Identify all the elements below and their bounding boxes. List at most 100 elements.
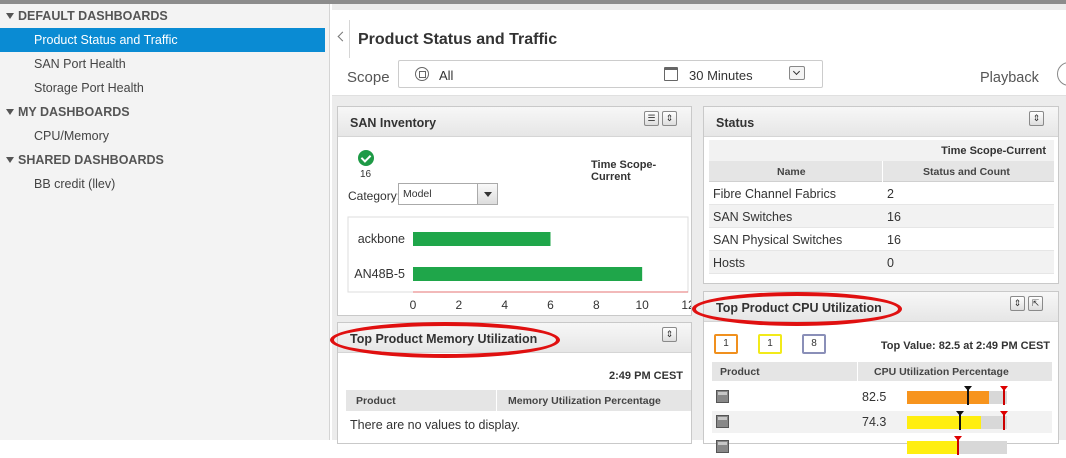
- cpu-bar-fill: [907, 391, 989, 404]
- table-row[interactable]: SAN Physical Switches 16: [709, 228, 1054, 251]
- column-header-memory: Memory Utilization Percentage: [508, 395, 661, 407]
- cpu-bar: [907, 436, 1007, 455]
- cpu-value: 82.5: [862, 390, 887, 404]
- expand-icon[interactable]: ⇕: [1029, 111, 1044, 126]
- time-range-dropdown[interactable]: [789, 66, 805, 80]
- threshold-marker-head: [956, 411, 964, 416]
- limit-marker-head: [954, 436, 962, 441]
- table-header: Name Status and Count: [709, 161, 1054, 182]
- cpu-bar: [907, 411, 1008, 430]
- empty-message: There are no values to display.: [350, 418, 521, 432]
- badge-orange[interactable]: 1: [714, 334, 738, 354]
- cpu-bar: [907, 386, 1008, 405]
- expand-icon[interactable]: ⇕: [1010, 296, 1025, 311]
- table-row[interactable]: Hosts 0: [709, 251, 1054, 274]
- playback-label[interactable]: Playback: [980, 70, 1039, 86]
- ok-count: 16: [360, 169, 372, 180]
- page-title: Product Status and Traffic: [358, 31, 558, 48]
- annotation-ellipse: [330, 322, 560, 358]
- column-header-cpu: CPU Utilization Percentage: [874, 366, 1009, 378]
- chevron-down-icon: [792, 67, 801, 76]
- time-range-value: 30 Minutes: [689, 68, 753, 83]
- x-tick-label: 6: [547, 298, 554, 312]
- status-table: Time Scope-Current Name Status and Count…: [709, 140, 1054, 274]
- table-row[interactable]: SAN Switches 16: [709, 205, 1054, 228]
- table-row[interactable]: 74.3: [712, 411, 1052, 433]
- column-header-status: Status and Count: [923, 166, 1010, 178]
- chevron-left-icon: [337, 31, 348, 42]
- dropdown-arrow-icon[interactable]: [477, 184, 497, 204]
- table-row[interactable]: 82.5: [712, 386, 1052, 408]
- category-label: AN48B-5: [354, 267, 405, 281]
- column-separator: [882, 161, 883, 182]
- scope-label: Scope: [347, 69, 390, 86]
- category-label: Category:: [348, 189, 401, 203]
- bar: [413, 267, 643, 281]
- collapse-triangle-icon: [6, 109, 14, 115]
- time-scope-label: Time Scope-Current: [591, 159, 657, 183]
- san-inventory-chart: ackbone AN48B-5 0 2 4 6 8 10 12: [347, 216, 691, 312]
- column-separator: [857, 362, 858, 381]
- panel-header: Status ⇕: [704, 107, 1058, 137]
- table-header: Product CPU Utilization Percentage: [712, 362, 1052, 381]
- scope-selector[interactable]: All 30 Minutes: [398, 60, 823, 88]
- sidebar-item-product-status[interactable]: Product Status and Traffic: [0, 28, 325, 52]
- sidebar-item-san-port-health[interactable]: SAN Port Health: [0, 52, 329, 76]
- limit-marker-head: [1000, 411, 1008, 416]
- status-panel: Status ⇕ Time Scope-Current Name Status …: [703, 106, 1059, 284]
- sidebar-item-storage-port-health[interactable]: Storage Port Health: [0, 76, 329, 100]
- panel-title: SAN Inventory: [350, 116, 437, 130]
- calendar-icon: [664, 67, 678, 81]
- panel-title: Status: [716, 116, 755, 130]
- expand-icon[interactable]: ⇕: [662, 111, 677, 126]
- x-tick-label: 4: [501, 298, 508, 312]
- column-header-name: Name: [777, 166, 806, 178]
- section-default-dashboards[interactable]: DEFAULT DASHBOARDS: [0, 4, 329, 28]
- list-view-icon[interactable]: ☰: [644, 111, 659, 126]
- sidebar-item-bb-credit[interactable]: BB credit (llev): [0, 172, 329, 196]
- cpu-value: 74.3: [862, 415, 887, 429]
- x-tick-label: 2: [455, 298, 462, 312]
- x-tick-label: 10: [635, 298, 649, 312]
- badge-gray[interactable]: 8: [802, 334, 826, 354]
- limit-marker-head: [1000, 386, 1008, 391]
- collapse-triangle-icon: [6, 13, 14, 19]
- x-tick-label: 0: [410, 298, 417, 312]
- x-tick-label: 12: [681, 298, 691, 312]
- main-area: Product Status and Traffic Scope All 30 …: [332, 4, 1066, 455]
- scope-icon: [415, 67, 429, 81]
- category-select[interactable]: Model: [398, 183, 498, 205]
- bar: [413, 232, 551, 246]
- table-header: Product Memory Utilization Percentage: [346, 390, 691, 411]
- section-shared-dashboards[interactable]: SHARED DASHBOARDS: [0, 148, 329, 172]
- time-scope-label: Time Scope-Current: [941, 145, 1046, 157]
- sidebar: DEFAULT DASHBOARDS Product Status and Tr…: [0, 4, 330, 440]
- expand-icon[interactable]: ⇕: [662, 327, 677, 342]
- san-inventory-panel: SAN Inventory ☰ ⇕ 16 Time Scope-Current …: [337, 106, 692, 316]
- scope-bar: Scope All 30 Minutes Playback: [332, 58, 1066, 96]
- section-my-dashboards[interactable]: MY DASHBOARDS: [0, 100, 329, 124]
- column-header-product: Product: [356, 395, 396, 407]
- panel-header: SAN Inventory ☰ ⇕: [338, 107, 691, 137]
- product-icon: [716, 440, 729, 453]
- annotation-ellipse: [692, 292, 902, 326]
- table-row[interactable]: [712, 436, 1052, 458]
- top-value-label: Top Value: 82.5 at 2:49 PM CEST: [880, 340, 1050, 352]
- collapse-triangle-icon: [6, 157, 14, 163]
- playback-button[interactable]: [1057, 62, 1066, 86]
- category-label: ackbone: [358, 232, 405, 246]
- popout-icon[interactable]: ⇱: [1028, 296, 1043, 311]
- threshold-marker-head: [964, 386, 972, 391]
- badge-yellow[interactable]: 1: [758, 334, 782, 354]
- product-icon: [716, 390, 729, 403]
- collapse-sidebar-button[interactable]: [336, 20, 350, 58]
- cpu-bar-fill: [907, 416, 981, 429]
- x-tick-label: 8: [593, 298, 600, 312]
- product-icon: [716, 415, 729, 428]
- time-scope-row: Time Scope-Current: [709, 140, 1054, 161]
- table-row[interactable]: Fibre Channel Fabrics 2: [709, 182, 1054, 205]
- sidebar-item-cpu-memory[interactable]: CPU/Memory: [0, 124, 329, 148]
- ok-status-icon: [358, 150, 374, 166]
- column-header-product: Product: [720, 366, 760, 378]
- scope-value: All: [439, 68, 454, 83]
